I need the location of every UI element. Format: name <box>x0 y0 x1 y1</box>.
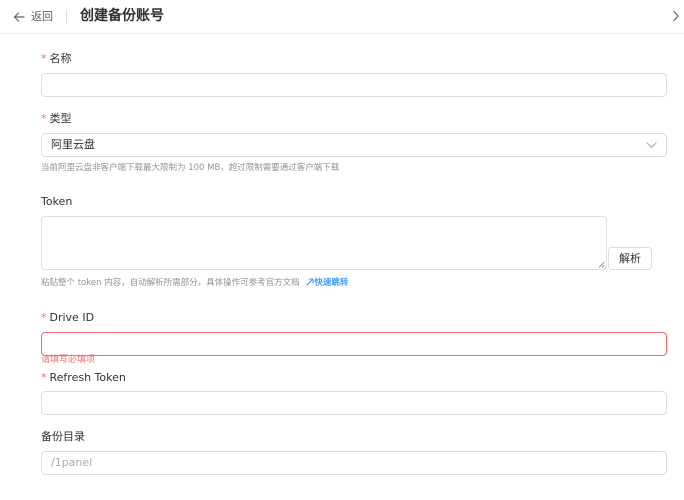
token-help: 粘贴整个 token 内容，自动解析所需部分，具体操作可参考官方文档 快速跳转 <box>41 278 348 289</box>
refresh-token-label-text: Refresh Token <box>49 371 126 384</box>
type-select[interactable]: 阿里云盘 <box>41 133 667 157</box>
refresh-token-label: * Refresh Token <box>41 371 126 385</box>
quick-jump-link[interactable]: 快速跳转 <box>306 278 348 288</box>
drive-id-label: * Drive ID <box>41 311 94 325</box>
backup-dir-label: 备份目录 <box>41 430 85 443</box>
token-help-text: 粘贴整个 token 内容，自动解析所需部分，具体操作可参考官方文档 <box>41 278 300 288</box>
name-label: * 名称 <box>41 52 72 66</box>
name-input[interactable] <box>41 73 667 97</box>
drive-id-input[interactable] <box>41 332 667 356</box>
drive-id-error: 请填写必填项 <box>41 355 96 365</box>
parse-button[interactable]: 解析 <box>608 247 652 270</box>
required-mark: * <box>41 52 47 65</box>
type-help-text: 当前阿里云盘非客户端下载最大限制为 100 MB，超过限制需要通过客户端下载 <box>41 163 340 173</box>
required-mark: * <box>41 311 47 324</box>
chevron-down-icon <box>646 142 657 149</box>
name-label-text: 名称 <box>49 52 72 65</box>
required-mark: * <box>41 371 47 384</box>
required-mark: * <box>41 112 47 125</box>
backup-dir-input[interactable]: /1panel <box>41 451 667 475</box>
type-label-text: 类型 <box>49 112 72 125</box>
quick-jump-label: 快速跳转 <box>314 278 349 288</box>
refresh-token-input[interactable] <box>41 391 667 415</box>
page-header: 返回 创建备份账号 <box>0 0 684 34</box>
token-textarea[interactable] <box>41 216 607 270</box>
back-button[interactable]: 返回 <box>13 8 53 26</box>
type-label: * 类型 <box>41 112 72 126</box>
chevron-right-icon[interactable] <box>672 10 680 22</box>
token-label: Token <box>41 195 73 208</box>
back-label: 返回 <box>31 10 53 23</box>
drive-id-label-text: Drive ID <box>49 311 95 324</box>
header-divider <box>66 10 67 23</box>
arrow-left-icon <box>13 12 25 22</box>
type-select-value: 阿里云盘 <box>51 138 95 151</box>
resize-grip-icon[interactable] <box>598 261 605 268</box>
page-title: 创建备份账号 <box>80 8 164 24</box>
